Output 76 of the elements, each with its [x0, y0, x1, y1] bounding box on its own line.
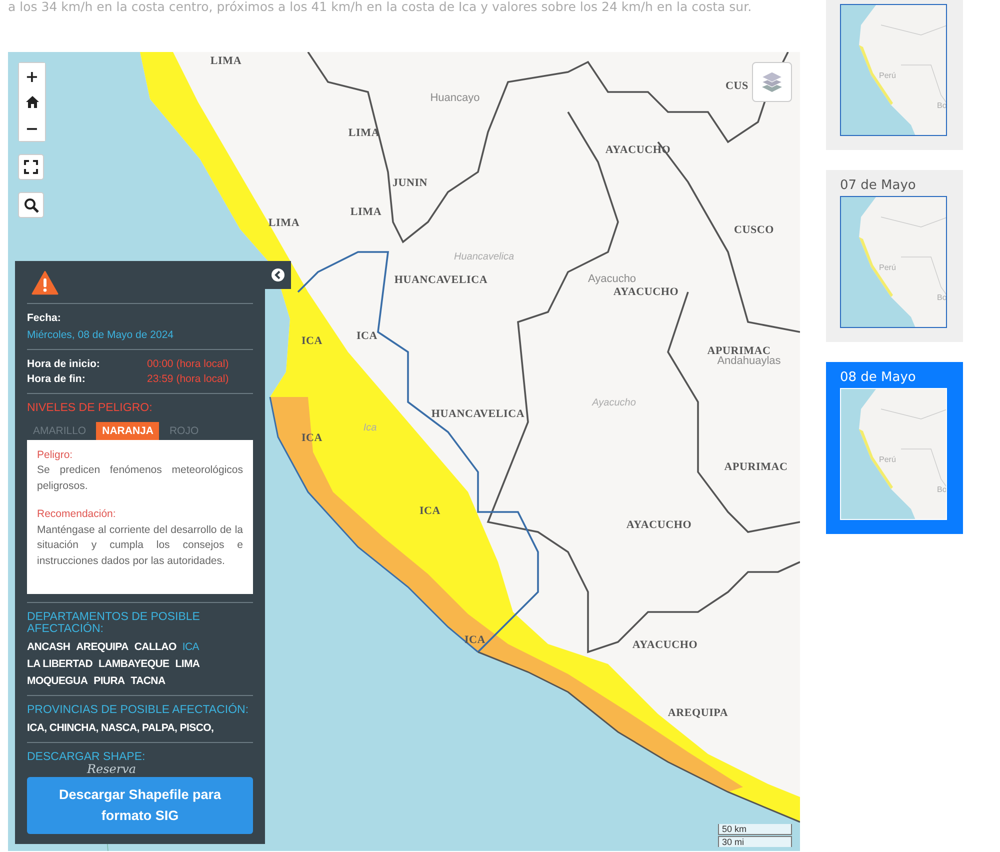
department-name: LA LIBERTAD [27, 658, 93, 670]
recommendation-text: Manténgase al corriente del desarrollo de la situación y cumpla los consejos e instrucciones dados por las autoridades. [37, 522, 243, 570]
layers-icon [760, 71, 784, 93]
start-time-label: Hora de inicio: [27, 358, 101, 370]
fullscreen-icon [24, 160, 38, 174]
department-name: MOQUEGUA [27, 674, 88, 687]
departments-title: DEPARTAMENTOS DE POSIBLE AFECTACIÓN: [27, 610, 201, 635]
map-label: ICA [301, 432, 323, 444]
start-time-value: 00:00 (hora local) [147, 358, 230, 370]
home-icon [26, 96, 38, 108]
map-label: AYACUCHO [632, 639, 698, 651]
map-label: AREQUIPA [668, 707, 728, 719]
levels-title: NIVELES DE PELIGRO: [27, 402, 154, 414]
collapse-button[interactable] [265, 261, 291, 289]
map-label: CUS [726, 80, 748, 92]
map-label: LIMA [350, 206, 382, 218]
department-name: CALLAO [134, 640, 176, 653]
department-name: LIMA [175, 658, 200, 670]
map-label: Bo [937, 293, 946, 302]
map-label: Ayacucho [592, 398, 636, 408]
scale-bar-metric: 50 km [718, 824, 792, 835]
forecast-day-card[interactable]: Perú Bo [826, 0, 963, 150]
download-title: DESCARGAR SHAPE: [27, 750, 146, 763]
map-label: Perú [879, 263, 896, 272]
arrow-left-icon [271, 268, 285, 282]
map-label: ICA [301, 335, 323, 347]
day-label: 08 de Mayo [840, 369, 917, 387]
map-label: CUSCO [734, 224, 774, 236]
map-label: Reserva [87, 762, 136, 775]
map-label: Ica [363, 422, 377, 434]
map-label: ICA [419, 505, 441, 517]
map-label: Bo [937, 101, 946, 110]
day-label: 07 de Mayo [840, 177, 917, 195]
date-value: Miércoles, 08 de Mayo de 2024 [27, 328, 175, 341]
map-label: ICA [356, 330, 378, 342]
department-name: TACNA [130, 674, 166, 687]
department-name: ICA [182, 640, 199, 653]
map-label: AYACUCHO [626, 519, 692, 531]
department-name: AREQUIPA [76, 640, 128, 653]
map-label: LIMA [268, 217, 300, 229]
map-label: APURIMAC [724, 461, 788, 473]
map-label: Perú [879, 71, 896, 80]
department-name: LAMBAYEQUE [98, 658, 170, 670]
map-label: Bo [937, 485, 946, 494]
level-tab[interactable]: NARANJA [96, 422, 160, 440]
search-icon [24, 198, 38, 212]
date-label: Fecha: [27, 312, 62, 324]
map-label: LIMA [348, 127, 380, 139]
map-label: ICA [464, 634, 486, 646]
map-label: Huancavelica [454, 252, 514, 262]
intro-paragraph: a los 34 km/h en la costa centro, próximos a los 41 km/h en la costa de Ica y valores sobre los 24 km/h en la costa sur. [8, 0, 753, 16]
search-button[interactable] [18, 192, 44, 218]
map-label: LIMA [210, 55, 242, 67]
map-label: Ayacucho [588, 273, 636, 285]
map-label: JUNIN [392, 177, 428, 189]
map-label: AYACUCHO [613, 286, 679, 298]
end-time-value: 23:59 (hora local) [147, 372, 230, 385]
danger-label: Peligro: [37, 448, 73, 461]
map-label: HUANCAVELICA [431, 408, 525, 420]
provinces-title: PROVINCIAS DE POSIBLE AFECTACIÓN: [27, 704, 250, 716]
provinces-list: ICA, CHINCHA, NASCA, PALPA, PISCO, [27, 722, 253, 734]
map-label: Huancayo [430, 92, 480, 104]
scale-bar-imperial: 30 mi [718, 836, 792, 847]
forecast-day-card[interactable]: 08 de Mayo Perú Bo [826, 362, 963, 534]
recommendation-label: Recomendación: [37, 508, 116, 520]
download-button[interactable]: Descargar Shapefile para formato SIG [27, 776, 253, 834]
fullscreen-button[interactable] [18, 154, 44, 180]
map-label: HUANCAVELICA [394, 274, 488, 286]
department-name: ANCASH [27, 640, 70, 653]
end-time-label: Hora de fin: [27, 372, 86, 385]
map-label: Perú [879, 455, 896, 464]
department-name: PIURA [94, 674, 125, 687]
map-label: APURIMAC [707, 345, 771, 357]
danger-text: Se predicen fenómenos meteorológicos peligrosos. [37, 463, 243, 494]
forecast-day-card[interactable]: 07 de Mayo Perú Bo [826, 170, 963, 342]
map-label: Andahuaylas [717, 355, 781, 367]
